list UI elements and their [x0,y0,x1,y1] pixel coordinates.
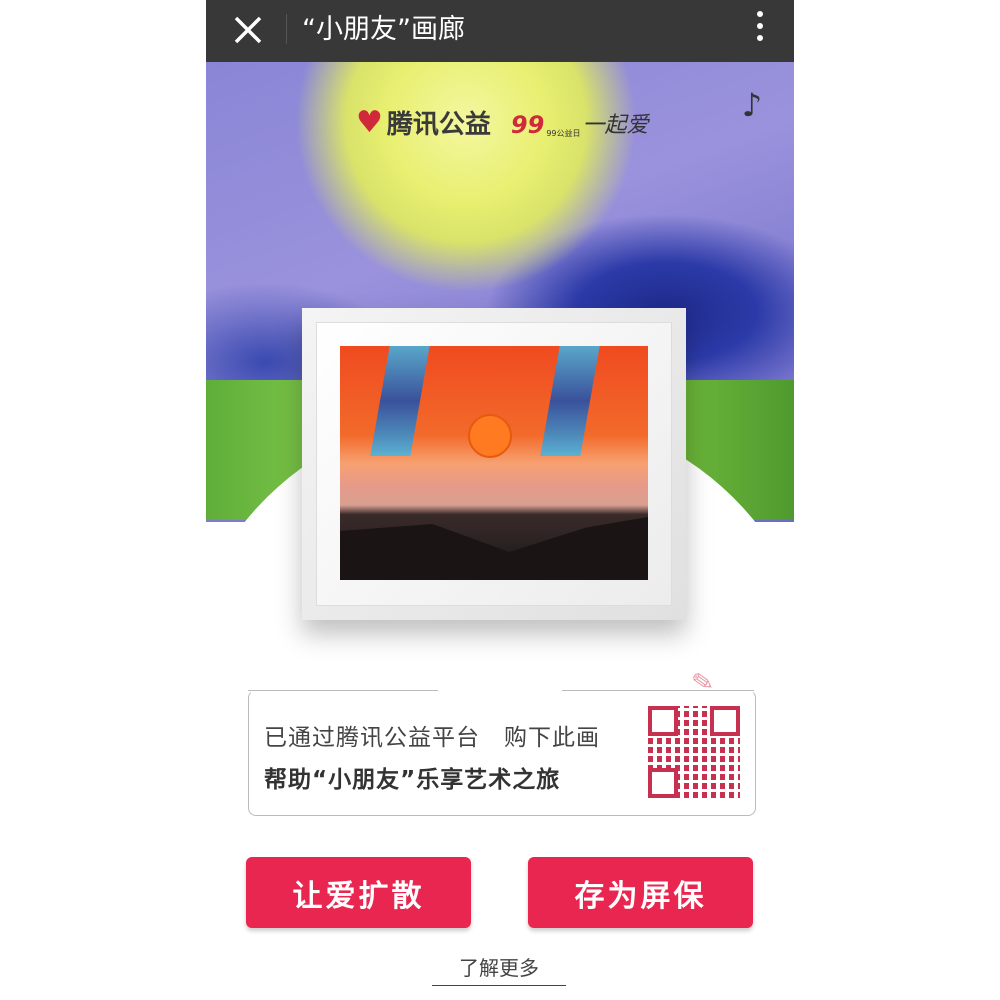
page-title: “小朋友”画廊 [302,14,465,45]
divider [248,690,438,691]
logo-99-sub: 99公益日 [546,128,581,138]
logos: ♥ 腾讯公益 99 99公益日 一起爱 [356,104,649,141]
qr-finder [710,706,740,736]
qr-finder [648,706,678,736]
heart-icon: ♥ [356,105,383,140]
logo-99-text: 一起爱 [582,112,649,138]
divider [286,14,287,44]
title-bar: “小朋友”画廊 [206,0,794,62]
music-note-icon[interactable]: ♪ [742,86,762,124]
child-painting-sunset [340,346,648,580]
logo-99-charity-day: 99 99公益日 一起爱 [511,107,649,139]
qr-finder [648,768,678,798]
more-vertical-icon[interactable] [756,8,764,52]
share-love-button[interactable]: 让爱扩散 [246,857,471,928]
close-icon[interactable] [228,10,268,50]
info-line-1: 已通过腾讯公益平台 购下此画 [264,725,600,751]
phone-screen: “小朋友”画廊 ♥ 腾讯公益 99 99公益日 一起爱 ♪ ✎ 已通过腾讯公益平… [206,0,794,1000]
info-line-2: 帮助“小朋友”乐享艺术之旅 [264,767,561,793]
sun [468,414,512,458]
learn-more-link[interactable]: 了解更多 [432,952,566,986]
logo-tencent-charity: ♥ 腾讯公益 [356,105,491,140]
logo-99-mark: 99 [510,110,545,139]
save-as-wallpaper-button[interactable]: 存为屏保 [528,857,753,928]
divider [562,690,754,691]
